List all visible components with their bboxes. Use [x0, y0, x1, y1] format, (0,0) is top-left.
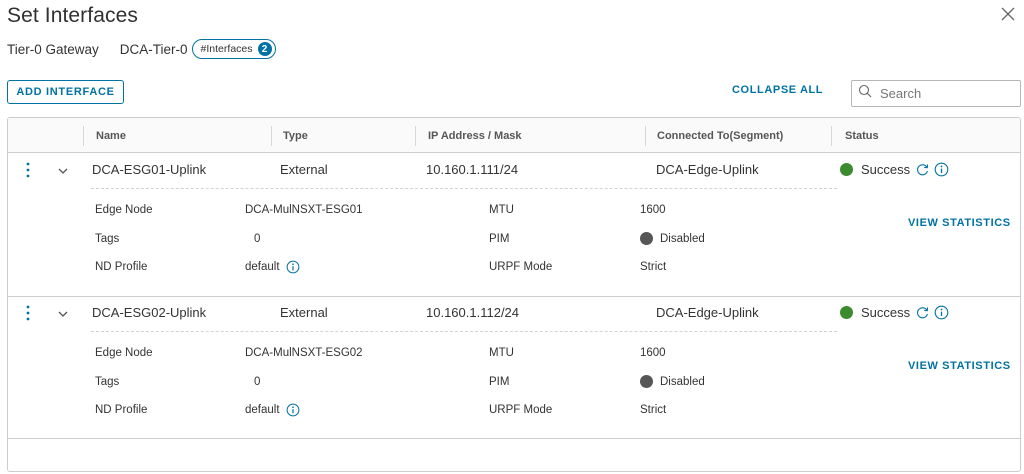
interface-ip: 10.160.1.112/24	[426, 305, 520, 320]
disabled-status-icon	[640, 375, 653, 388]
chevron-down-icon[interactable]	[56, 164, 70, 178]
edge-node-label: Edge Node	[95, 204, 153, 216]
modal-title: Set Interfaces	[7, 4, 138, 27]
info-icon[interactable]	[934, 162, 949, 177]
interface-name: DCA-ESG02-Uplink	[92, 305, 207, 320]
kebab-menu-icon[interactable]	[23, 304, 33, 322]
info-icon[interactable]	[286, 403, 300, 417]
tags-label: Tags	[95, 233, 120, 245]
row-divider-dashed	[91, 188, 837, 189]
tags-label: Tags	[95, 376, 120, 388]
edge-node-label: Edge Node	[95, 347, 153, 359]
status-text: Success	[861, 305, 911, 320]
tags-value[interactable]: 0	[254, 376, 260, 388]
collapse-all-button[interactable]: COLLAPSE ALL	[732, 84, 823, 96]
column-header-status[interactable]: Status	[845, 118, 879, 153]
view-statistics-link[interactable]: VIEW STATISTICS	[908, 217, 1011, 229]
nd-profile-label: ND Profile	[95, 404, 148, 416]
column-separator	[831, 126, 832, 146]
add-interface-button[interactable]: ADD INTERFACE	[7, 80, 124, 104]
urpf-label: URPF Mode	[489, 261, 553, 273]
interface-ip: 10.160.1.111/24	[426, 162, 519, 177]
pim-text: Disabled	[660, 375, 705, 388]
kebab-menu-icon[interactable]	[23, 161, 33, 179]
column-header-ip[interactable]: IP Address / Mask	[428, 118, 522, 153]
interface-type: External	[280, 305, 328, 320]
table-row: DCA-ESG02-Uplink External 10.160.1.112/2…	[8, 296, 1020, 439]
gateway-name: DCA-Tier-0	[119, 41, 188, 57]
table-row: DCA-ESG01-Uplink External 10.160.1.111/2…	[8, 153, 1020, 296]
urpf-value: Strict	[640, 404, 667, 416]
search-box[interactable]	[851, 80, 1021, 107]
edge-node-value: DCA-MulNSXT-ESG01	[245, 204, 363, 216]
interface-segment: DCA-Edge-Uplink	[656, 162, 759, 177]
success-status-icon	[840, 306, 853, 319]
success-status-icon	[840, 163, 853, 176]
nd-profile-label: ND Profile	[95, 261, 148, 273]
interfaces-count-badge: 2	[257, 42, 272, 56]
urpf-value: Strict	[640, 261, 667, 273]
pim-text: Disabled	[660, 232, 705, 245]
edge-node-value: DCA-MulNSXT-ESG02	[245, 347, 363, 359]
grid-header: Name Type IP Address / Mask Connected To…	[8, 118, 1020, 153]
row-main: DCA-ESG01-Uplink External 10.160.1.111/2…	[8, 153, 1020, 187]
gateway-info: Tier-0 Gateway DCA-Tier-0 #Interfaces 2	[7, 39, 276, 59]
column-header-name[interactable]: Name	[96, 118, 126, 153]
tags-value[interactable]: 0	[254, 233, 260, 245]
gateway-type-label: Tier-0 Gateway	[7, 41, 99, 57]
pim-label: PIM	[489, 376, 510, 388]
interfaces-pill-label: #Interfaces	[200, 43, 253, 55]
interface-type: External	[280, 162, 328, 177]
search-icon	[858, 84, 872, 103]
interfaces-count-pill[interactable]: #Interfaces 2	[191, 39, 276, 59]
status-cell: Success	[840, 162, 949, 177]
nd-profile-value: default	[245, 260, 300, 274]
view-statistics-link[interactable]: VIEW STATISTICS	[908, 360, 1011, 372]
row-divider-dashed	[91, 331, 837, 332]
row-divider	[8, 438, 1020, 439]
interfaces-grid: Name Type IP Address / Mask Connected To…	[7, 117, 1021, 472]
nd-profile-value: default	[245, 403, 300, 417]
refresh-icon[interactable]	[915, 162, 930, 177]
mtu-value: 1600	[640, 204, 666, 216]
row-main: DCA-ESG02-Uplink External 10.160.1.112/2…	[8, 296, 1020, 330]
mtu-label: MTU	[489, 347, 514, 359]
info-icon[interactable]	[286, 260, 300, 274]
pim-value: Disabled	[640, 375, 705, 388]
refresh-icon[interactable]	[915, 305, 930, 320]
status-text: Success	[861, 162, 911, 177]
info-icon[interactable]	[934, 305, 949, 320]
pim-label: PIM	[489, 233, 510, 245]
urpf-label: URPF Mode	[489, 404, 553, 416]
column-header-type[interactable]: Type	[283, 118, 308, 153]
column-separator	[271, 126, 272, 146]
column-separator	[415, 126, 416, 146]
status-cell: Success	[840, 305, 949, 320]
mtu-value: 1600	[640, 347, 666, 359]
pim-value: Disabled	[640, 232, 705, 245]
interface-name: DCA-ESG01-Uplink	[92, 162, 207, 177]
column-separator	[645, 126, 646, 146]
close-icon[interactable]	[998, 4, 1018, 24]
interface-segment: DCA-Edge-Uplink	[656, 305, 759, 320]
column-separator	[83, 126, 84, 146]
column-header-segment[interactable]: Connected To(Segment)	[657, 118, 783, 153]
search-input[interactable]	[880, 86, 1010, 101]
disabled-status-icon	[640, 232, 653, 245]
nd-profile-text: default	[245, 404, 280, 416]
chevron-down-icon[interactable]	[56, 307, 70, 321]
mtu-label: MTU	[489, 204, 514, 216]
nd-profile-text: default	[245, 261, 280, 273]
